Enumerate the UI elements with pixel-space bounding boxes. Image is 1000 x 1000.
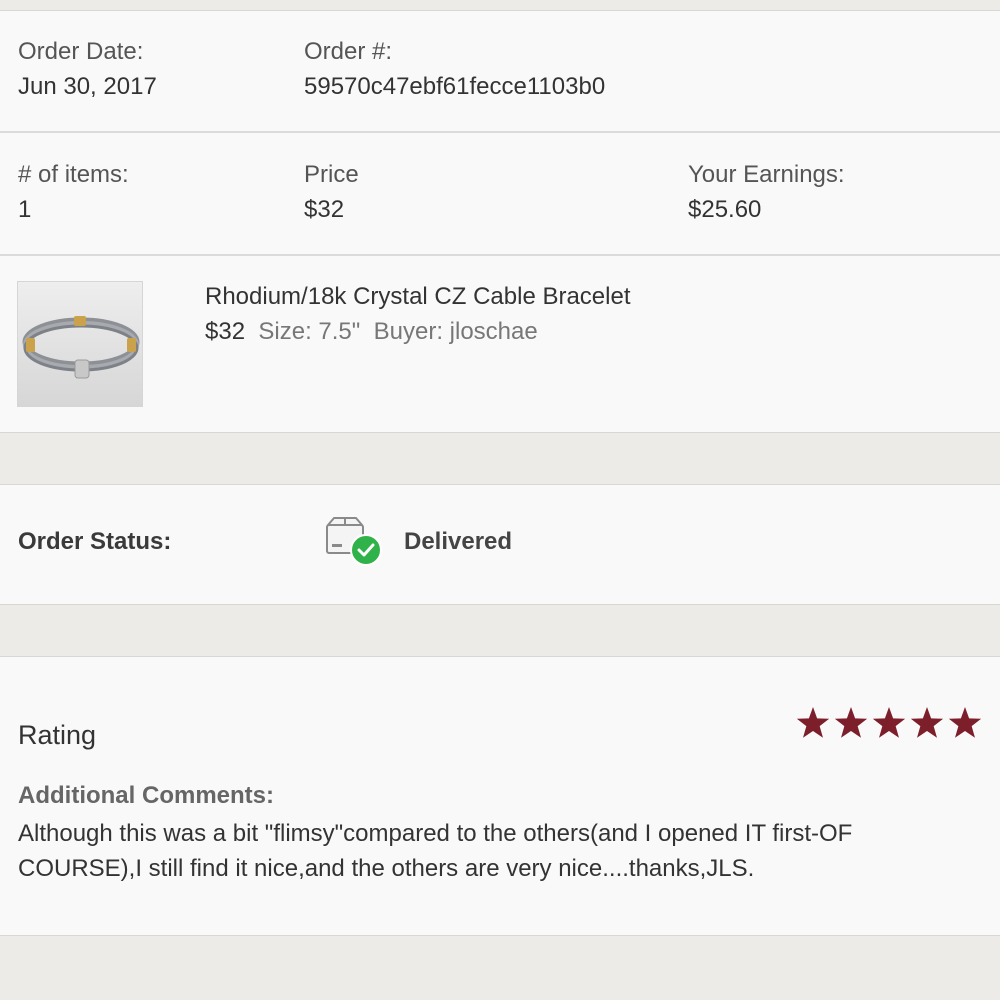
earnings-value: $25.60	[688, 196, 762, 223]
order-detail-page: Order Date: Jun 30, 2017 Order #: 59570c…	[0, 0, 1000, 1000]
comments-label: Additional Comments:	[18, 782, 274, 809]
star-icon	[796, 707, 830, 738]
order-number-label: Order #:	[304, 38, 393, 65]
price-value: $32	[304, 196, 345, 223]
comments-text: Although this was a bit "flimsy"compared…	[18, 820, 853, 882]
delivered-box-check-icon	[322, 515, 384, 567]
earnings-label: Your Earnings:	[688, 161, 845, 188]
star-rating	[795, 705, 983, 741]
order-status-value: Delivered	[404, 528, 513, 555]
bracelet-photo-icon	[18, 282, 142, 406]
order-date-value: Jun 30, 2017	[18, 73, 157, 100]
item-thumbnail[interactable]	[17, 281, 143, 407]
star-icon	[834, 707, 868, 738]
star-icon	[872, 707, 906, 738]
rating-label: Rating	[18, 720, 97, 750]
items-count-label: # of items:	[18, 161, 129, 188]
order-number-value: 59570c47ebf61fecce1103b0	[304, 73, 606, 100]
divider	[0, 254, 1000, 256]
order-date-label: Order Date:	[18, 38, 144, 65]
star-icon	[948, 707, 982, 738]
items-count-value: 1	[18, 196, 32, 223]
item-size: Size: 7.5"	[258, 318, 361, 345]
price-label: Price	[304, 161, 359, 188]
item-meta: $32 Size: 7.5" Buyer: jloschae	[205, 318, 538, 346]
divider	[0, 131, 1000, 133]
order-status-label: Order Status:	[18, 528, 172, 555]
item-price: $32	[205, 318, 246, 345]
star-icon	[910, 707, 944, 738]
item-title[interactable]: Rhodium/18k Crystal CZ Cable Bracelet	[205, 283, 631, 311]
item-buyer: Buyer: jloschae	[373, 318, 538, 345]
